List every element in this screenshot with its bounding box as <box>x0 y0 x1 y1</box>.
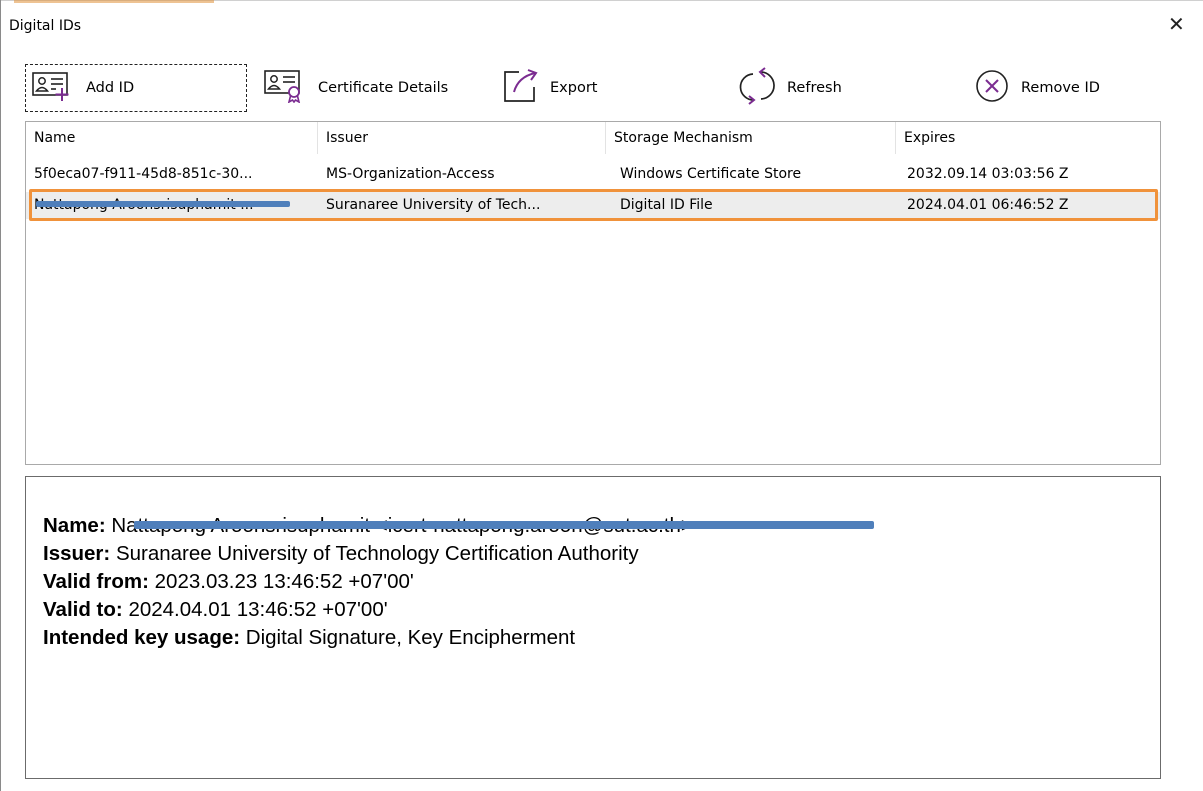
id-card-add-icon <box>32 71 78 105</box>
cell-issuer: MS-Organization-Access <box>326 166 495 182</box>
detail-name-label: Name: <box>43 514 106 537</box>
column-header-name[interactable]: Name <box>26 122 318 154</box>
certificate-details-button[interactable]: Certificate Details <box>264 64 448 112</box>
id-card-certificate-icon <box>264 69 310 107</box>
refresh-icon <box>737 67 779 109</box>
cell-expires: 2024.04.01 06:46:52 Z <box>907 197 1069 213</box>
column-header-expires[interactable]: Expires <box>896 122 1160 154</box>
detail-key-usage-label: Intended key usage: <box>43 626 241 649</box>
table-row-selected[interactable]: Nattapong Aroonsrisuphamit ... Suranaree… <box>26 192 1160 219</box>
list-header: Name Issuer Storage Mechanism Expires <box>26 122 1160 154</box>
refresh-button[interactable]: Refresh <box>737 64 842 112</box>
cell-storage: Windows Certificate Store <box>620 166 802 182</box>
cell-name: Nattapong Aroonsrisuphamit ... <box>34 197 254 213</box>
detail-key-usage-value: Digital Signature, Key Encipherment <box>245 626 576 649</box>
add-id-button[interactable]: Add ID <box>25 64 247 112</box>
dialog-title: Digital IDs <box>9 18 82 34</box>
background-window-peek <box>14 0 214 3</box>
detail-valid-from-label: Valid from: <box>43 570 149 593</box>
detail-issuer-value: Suranaree University of Technology Certi… <box>115 542 639 565</box>
refresh-label: Refresh <box>787 80 842 96</box>
detail-name: Name: Nattapong Aroonsrisuphamit <icert-… <box>43 513 693 539</box>
cell-storage: Digital ID File <box>620 197 713 213</box>
detail-valid-to-label: Valid to: <box>43 598 123 621</box>
remove-id-label: Remove ID <box>1021 80 1100 96</box>
remove-circle-x-icon <box>973 67 1013 109</box>
detail-valid-to-value: 2024.04.01 13:46:52 +07'00' <box>128 598 388 621</box>
detail-issuer-label: Issuer: <box>43 542 111 565</box>
export-button[interactable]: Export <box>502 64 597 112</box>
export-label: Export <box>550 80 598 96</box>
certificate-details-pane: Name: Nattapong Aroonsrisuphamit <icert-… <box>25 476 1161 779</box>
digital-id-list[interactable]: Name Issuer Storage Mechanism Expires 5f… <box>25 121 1161 465</box>
cell-issuer: Suranaree University of Tech... <box>326 197 541 213</box>
detail-issuer: Issuer: Suranaree University of Technolo… <box>43 541 639 567</box>
column-header-issuer[interactable]: Issuer <box>318 122 606 154</box>
window-left-edge <box>0 0 1 791</box>
export-arrow-icon <box>502 68 542 108</box>
column-header-storage[interactable]: Storage Mechanism <box>606 122 896 154</box>
close-icon[interactable]: ✕ <box>1168 14 1185 34</box>
cell-name: 5f0eca07-f911-45d8-851c-30... <box>34 166 253 182</box>
detail-valid-to: Valid to: 2024.04.01 13:46:52 +07'00' <box>43 597 388 623</box>
add-id-label: Add ID <box>86 80 135 96</box>
detail-key-usage: Intended key usage: Digital Signature, K… <box>43 625 575 651</box>
detail-valid-from-value: 2023.03.23 13:46:52 +07'00' <box>154 570 414 593</box>
certificate-details-label: Certificate Details <box>318 80 449 96</box>
detail-valid-from: Valid from: 2023.03.23 13:46:52 +07'00' <box>43 569 414 595</box>
cell-expires: 2032.09.14 03:03:56 Z <box>907 166 1069 182</box>
table-row[interactable]: 5f0eca07-f911-45d8-851c-30... MS-Organiz… <box>26 161 1160 188</box>
remove-id-button[interactable]: Remove ID <box>973 64 1100 112</box>
detail-name-value: Nattapong Aroonsrisuphamit <icert-nattap… <box>111 514 693 537</box>
